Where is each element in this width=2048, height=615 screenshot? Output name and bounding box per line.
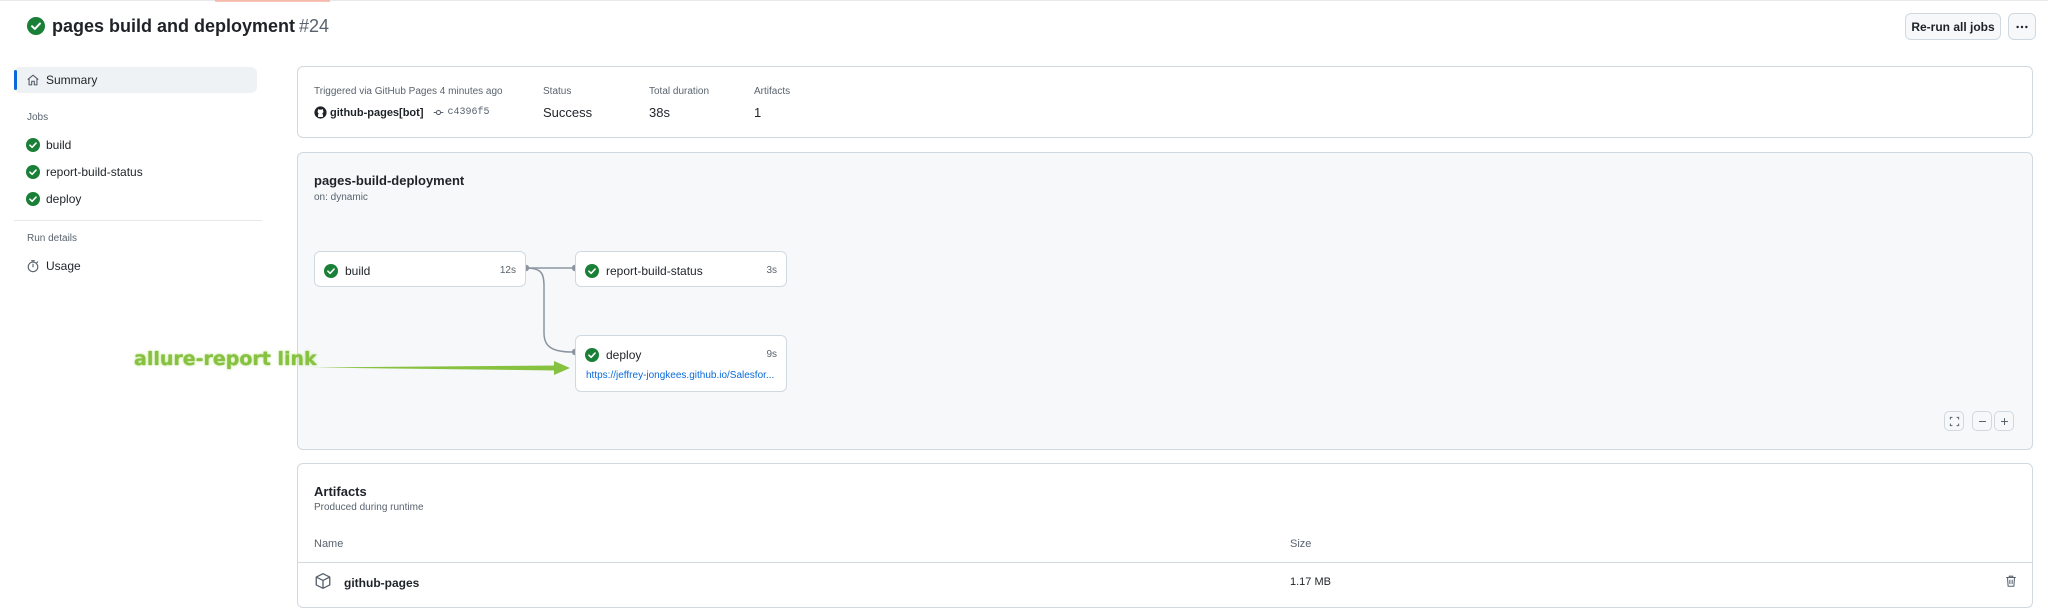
- table-divider: [298, 562, 2032, 563]
- sidebar-item-build[interactable]: build: [14, 132, 257, 158]
- success-check-icon: [26, 192, 40, 206]
- success-check-icon: [26, 165, 40, 179]
- job-node-report-build-status[interactable]: report-build-status 3s: [575, 251, 787, 287]
- page-title: pages build and deployment #24: [52, 16, 329, 37]
- success-check-icon: [585, 264, 599, 278]
- package-icon: [315, 573, 331, 589]
- fullscreen-button[interactable]: [1944, 411, 1964, 431]
- git-commit-icon: [434, 109, 444, 116]
- workflow-graph-card: pages-build-deployment on: dynamic build…: [297, 152, 2033, 450]
- actor-info: github-pages[bot] c4396f5: [314, 106, 490, 119]
- artifacts-subtitle: Produced during runtime: [314, 502, 424, 513]
- run-header: pages build and deployment #24 Re-run all…: [0, 0, 2048, 54]
- success-check-icon: [27, 17, 45, 35]
- sidebar-item-label: deploy: [46, 192, 82, 206]
- zoom-out-button[interactable]: [1972, 411, 1992, 431]
- plus-icon: [2000, 417, 2008, 425]
- github-bot-avatar-icon[interactable]: [314, 106, 327, 119]
- kebab-horizontal-icon: [2016, 25, 2028, 28]
- run-title: pages build and deployment: [52, 16, 296, 36]
- job-dependency-edges: [522, 264, 579, 356]
- jobs-heading: Jobs: [27, 112, 49, 123]
- job-duration: 3s: [766, 265, 777, 276]
- artifacts-title: Artifacts: [314, 484, 367, 499]
- job-node-deploy[interactable]: deploy 9s https://jeffrey-jongkees.githu…: [575, 335, 787, 392]
- success-check-icon: [324, 264, 338, 278]
- status-label: Status: [543, 86, 572, 97]
- sidebar-item-usage[interactable]: Usage: [14, 253, 257, 279]
- job-name: deploy: [606, 348, 642, 362]
- run-details-heading: Run details: [27, 233, 78, 244]
- screen-full-icon: [1949, 416, 1959, 426]
- success-check-icon: [585, 348, 599, 362]
- trigger-text: Triggered via GitHub Pages 4 minutes ago: [314, 86, 503, 97]
- trash-icon[interactable]: [2004, 574, 2018, 588]
- run-number: #24: [299, 16, 330, 36]
- deploy-url-link[interactable]: https://jeffrey-jongkees.github.io/Sales…: [586, 370, 781, 381]
- commit-ref[interactable]: c4396f5: [433, 107, 490, 118]
- artifacts-count-value[interactable]: 1: [754, 105, 761, 120]
- success-check-icon: [26, 138, 40, 152]
- sidebar-item-label: build: [46, 138, 72, 152]
- artifacts-count-label: Artifacts: [754, 86, 791, 97]
- status-value: Success: [543, 105, 593, 120]
- arrow-shaft: [312, 365, 556, 371]
- sidebar-item-report-build-status[interactable]: report-build-status: [14, 159, 257, 185]
- job-name: build: [345, 264, 371, 278]
- annotation-label: allure-report link: [134, 348, 317, 370]
- minus-icon: [1978, 420, 1986, 422]
- home-icon: [27, 74, 39, 86]
- job-name: report-build-status: [606, 264, 703, 278]
- commit-sha: c4396f5: [447, 107, 490, 118]
- zoom-in-button[interactable]: [1994, 411, 2014, 431]
- more-options-button[interactable]: [2008, 13, 2036, 40]
- actor-name[interactable]: github-pages[bot]: [330, 107, 423, 119]
- sidebar-item-label: Summary: [46, 73, 98, 87]
- column-header-name: Name: [314, 538, 344, 550]
- rerun-all-jobs-button[interactable]: Re-run all jobs: [1905, 13, 2001, 40]
- run-summary-card: Triggered via GitHub Pages 4 minutes ago…: [297, 66, 2033, 138]
- stopwatch-icon: [27, 260, 39, 273]
- sidebar-divider: [14, 220, 262, 221]
- arrow-head: [554, 361, 570, 375]
- job-node-build[interactable]: build 12s: [314, 251, 526, 287]
- job-duration: 12s: [499, 265, 516, 276]
- duration-label: Total duration: [649, 86, 710, 97]
- column-header-size: Size: [1290, 538, 1312, 550]
- artifacts-card: Artifacts Produced during runtime Name S…: [297, 463, 2033, 608]
- annotation-arrow: [312, 361, 570, 375]
- sidebar-item-label: report-build-status: [46, 165, 143, 179]
- job-duration: 9s: [766, 349, 777, 360]
- duration-value[interactable]: 38s: [649, 105, 670, 120]
- artifact-size: 1.17 MB: [1290, 576, 1331, 588]
- edge-build-deploy: [525, 267, 573, 353]
- artifact-name-link[interactable]: github-pages: [344, 576, 419, 590]
- sidebar-item-deploy[interactable]: deploy: [14, 186, 257, 212]
- sidebar-item-label: Usage: [46, 259, 81, 273]
- sidebar-item-summary[interactable]: Summary: [14, 67, 257, 93]
